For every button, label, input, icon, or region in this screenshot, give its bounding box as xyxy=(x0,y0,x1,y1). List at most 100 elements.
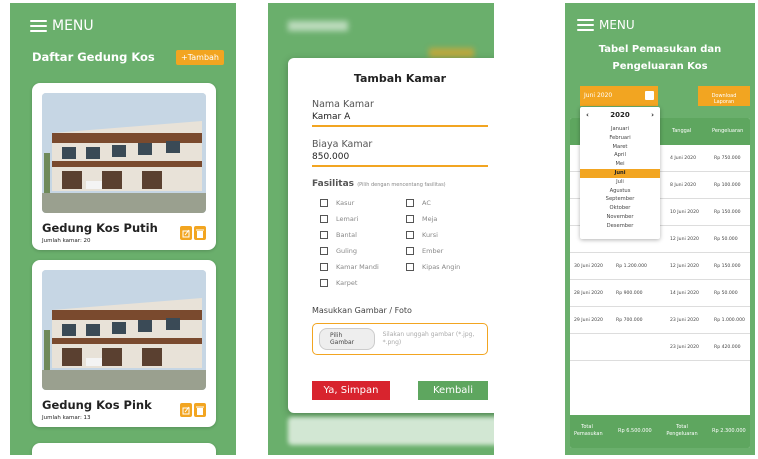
cell: Rp 150.000 xyxy=(714,264,741,269)
facility-checkbox[interactable]: Karpet xyxy=(320,277,406,288)
cell: Rp 900.000 xyxy=(616,291,643,296)
picker-year: 2020 xyxy=(610,110,630,119)
room-cost-input[interactable]: 850.000 xyxy=(312,150,488,167)
calendar-icon xyxy=(645,91,654,100)
month-list: Januari Februari Maret April Mei Juni Juli Agus… xyxy=(580,125,660,231)
facility-checkbox[interactable]: Kasur xyxy=(320,197,406,208)
checkbox-icon xyxy=(320,246,328,255)
month-option[interactable]: April xyxy=(580,151,660,160)
checkbox-icon xyxy=(406,262,414,271)
month-option[interactable]: Oktober xyxy=(580,204,660,213)
month-option[interactable]: Maret xyxy=(580,143,660,152)
title-line-1: Tabel Pemasukan dan xyxy=(598,44,722,55)
building-card[interactable]: Gedung Kos Pink Jumlah kamar: 13 xyxy=(32,260,216,427)
menu-label: MENU xyxy=(52,18,94,34)
table-row: 28 Juni 2020 Rp 900.000 14 Juni 2020 Rp 50… xyxy=(570,280,750,307)
menu-button[interactable]: MENU xyxy=(577,18,635,32)
menu-button[interactable]: MENU xyxy=(30,18,94,34)
checkbox-icon xyxy=(406,246,414,255)
hamburger-icon xyxy=(30,20,47,32)
upload-box: Pilih Gambar Silakan unggah gambar (*.jp… xyxy=(312,323,488,355)
month-option[interactable]: Februari xyxy=(580,134,660,143)
facility-label: Guling xyxy=(336,246,358,255)
facility-label: Ember xyxy=(422,246,444,255)
delete-icon[interactable] xyxy=(194,226,206,240)
screen-finance-table: MENU Tabel Pemasukan dan Pengeluaran Kos… xyxy=(565,3,755,455)
facilities-hint: (Pilih dengan mencentang fasilitas) xyxy=(357,182,446,188)
building-card[interactable]: Gedung Kos Putih Jumlah kamar: 20 xyxy=(32,83,216,250)
cell: 12 Juni 2020 xyxy=(670,237,699,242)
col-pengeluaran: Pengeluaran xyxy=(712,128,744,134)
add-button[interactable]: +Tambah xyxy=(175,50,224,65)
month-option[interactable]: Januari xyxy=(580,125,660,134)
dialog-title: Tambah Kamar xyxy=(353,72,447,85)
table-row: 23 Juni 2020 Rp 420.000 xyxy=(570,334,750,361)
facility-label: Kamar Mandi xyxy=(336,262,379,271)
cell: 10 Juni 2020 xyxy=(670,210,699,215)
download-report-button[interactable]: Download Laporan xyxy=(698,86,750,106)
facilities-title: Fasilitas xyxy=(312,179,355,189)
back-button[interactable]: Kembali xyxy=(418,381,488,400)
cell: Rp 1.200.000 xyxy=(616,264,647,269)
checkbox-icon xyxy=(406,230,414,239)
facility-checkbox[interactable]: Kipas Angin xyxy=(406,261,486,272)
total-expense-label: Total Pengeluaran xyxy=(666,424,698,437)
month-option[interactable]: Juni xyxy=(580,168,660,178)
month-option[interactable]: Juli xyxy=(580,178,660,187)
screen-gedung-list: MENU Daftar Gedung Kos +Tambah Gedung Ko… xyxy=(10,3,236,455)
facility-checkbox[interactable]: Guling xyxy=(320,245,406,256)
cell: Rp 150.000 xyxy=(714,210,741,215)
table-row: 30 Juni 2020 Rp 1.200.000 12 Juni 2020 Rp … xyxy=(570,253,750,280)
screen-add-room: Tambah Kamar Nama Kamar Kamar A Biaya Ka… xyxy=(268,3,494,455)
building-card[interactable] xyxy=(32,443,216,455)
month-picker: ‹ 2020 › Januari Februari Maret April Mei Jun… xyxy=(580,107,660,239)
month-option[interactable]: September xyxy=(580,195,660,204)
blurred-header xyxy=(288,21,348,31)
month-select[interactable]: Juni 2020 xyxy=(580,86,658,106)
facility-checkbox[interactable]: AC xyxy=(406,197,486,208)
cell: 28 Juni 2020 xyxy=(574,291,603,296)
cell: Rp 750.000 xyxy=(714,156,741,161)
checkbox-icon xyxy=(320,198,328,207)
cell: 8 Juni 2020 xyxy=(670,183,696,188)
table-row: 29 Juni 2020 Rp 700.000 23 Juni 2020 Rp 1.… xyxy=(570,307,750,334)
cell: Rp 50.000 xyxy=(714,291,738,296)
hamburger-icon xyxy=(577,19,594,31)
total-expense-value: Rp 2.300.000 xyxy=(712,428,746,434)
room-cost-label: Biaya Kamar xyxy=(312,139,373,150)
month-option[interactable]: Mei xyxy=(580,160,660,169)
menu-label: MENU xyxy=(599,18,635,32)
page-title: Tabel Pemasukan dan Pengeluaran Kos xyxy=(565,41,755,75)
edit-icon[interactable] xyxy=(180,403,192,417)
facility-checkbox[interactable]: Bantal xyxy=(320,229,406,240)
facility-label: Bantal xyxy=(336,230,357,239)
cell: 4 Juni 2020 xyxy=(670,156,696,161)
delete-icon[interactable] xyxy=(194,403,206,417)
choose-image-button[interactable]: Pilih Gambar xyxy=(319,328,375,350)
cell: Rp 50.000 xyxy=(714,237,738,242)
month-option[interactable]: November xyxy=(580,213,660,222)
facility-label: Meja xyxy=(422,214,438,223)
facility-checkbox[interactable]: Lemari xyxy=(320,213,406,224)
title-line-2: Pengeluaran Kos xyxy=(612,61,708,72)
edit-icon[interactable] xyxy=(180,226,192,240)
building-photo xyxy=(42,270,206,390)
prev-year-icon[interactable]: ‹ xyxy=(586,111,589,119)
next-year-icon[interactable]: › xyxy=(651,111,654,119)
checkbox-icon xyxy=(320,230,328,239)
facility-checkbox[interactable]: Ember xyxy=(406,245,486,256)
room-name-input[interactable]: Kamar A xyxy=(312,110,488,127)
checkbox-icon xyxy=(320,278,328,287)
upload-hint: Silakan unggah gambar (*.jpg, *.png) xyxy=(382,331,475,346)
blurred-add-button xyxy=(429,48,474,58)
building-photo xyxy=(42,93,206,213)
month-option[interactable]: Agustus xyxy=(580,187,660,196)
upload-label: Masukkan Gambar / Foto xyxy=(312,306,412,315)
month-option[interactable]: Desember xyxy=(580,222,660,231)
facility-checkbox[interactable]: Kursi xyxy=(406,229,486,240)
checkbox-icon xyxy=(406,198,414,207)
facility-checkbox[interactable]: Meja xyxy=(406,213,486,224)
facility-checkbox[interactable]: Kamar Mandi xyxy=(320,261,406,272)
cell: Rp 700.000 xyxy=(616,318,643,323)
save-button[interactable]: Ya, Simpan xyxy=(312,381,390,400)
